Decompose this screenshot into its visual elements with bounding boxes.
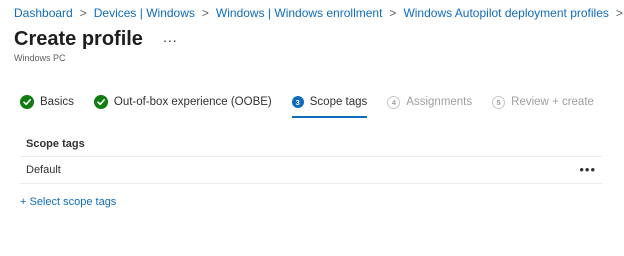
- step-number-badge: 5: [492, 95, 506, 109]
- step-number-badge: 3: [291, 96, 304, 108]
- chevron-right-icon: >: [615, 6, 623, 20]
- active-step-underline: [291, 116, 368, 118]
- breadcrumb-dashboard[interactable]: Dashboard: [14, 6, 73, 20]
- table-cell-name: Default: [26, 164, 61, 176]
- scope-tags-table: Scope tags Default •••: [20, 130, 602, 184]
- table-row: Default •••: [20, 157, 602, 184]
- chevron-right-icon: >: [201, 6, 209, 20]
- page-subtitle: Windows PC: [14, 53, 66, 63]
- breadcrumb: Dashboard > Devices | Windows > Windows …: [14, 6, 624, 20]
- step-oobe[interactable]: Out-of-box experience (OOBE): [93, 92, 272, 112]
- chevron-right-icon: >: [389, 6, 397, 20]
- wizard-steps: Basics Out-of-box experience (OOBE) 3 Sc…: [20, 92, 614, 118]
- step-label: Assignments: [406, 96, 473, 108]
- step-label: Basics: [40, 96, 74, 108]
- title-row: Create profile ...: [14, 28, 178, 51]
- step-label: Review + create: [511, 96, 594, 108]
- checkmark-icon: [20, 95, 34, 109]
- breadcrumb-autopilot-profiles[interactable]: Windows Autopilot deployment profiles: [403, 6, 608, 20]
- step-number-badge: 4: [387, 95, 401, 109]
- checkmark-icon: [93, 95, 108, 109]
- step-label: Scope tags: [309, 96, 368, 108]
- table-header: Scope tags: [20, 130, 602, 157]
- chevron-right-icon: >: [79, 6, 87, 20]
- step-scope-tags[interactable]: 3 Scope tags: [291, 92, 368, 118]
- breadcrumb-devices-windows[interactable]: Devices | Windows: [94, 6, 195, 20]
- more-options-icon[interactable]: ...: [163, 29, 178, 45]
- breadcrumb-windows-enrollment[interactable]: Windows | Windows enrollment: [216, 6, 383, 20]
- select-scope-tags-link[interactable]: + Select scope tags: [20, 196, 116, 208]
- step-assignments[interactable]: 4 Assignments: [387, 92, 472, 112]
- row-more-icon[interactable]: •••: [579, 163, 596, 176]
- step-label: Out-of-box experience (OOBE): [113, 96, 272, 108]
- page-title: Create profile: [14, 28, 143, 50]
- step-review-create[interactable]: 5 Review + create: [492, 92, 594, 112]
- step-basics[interactable]: Basics: [20, 92, 74, 112]
